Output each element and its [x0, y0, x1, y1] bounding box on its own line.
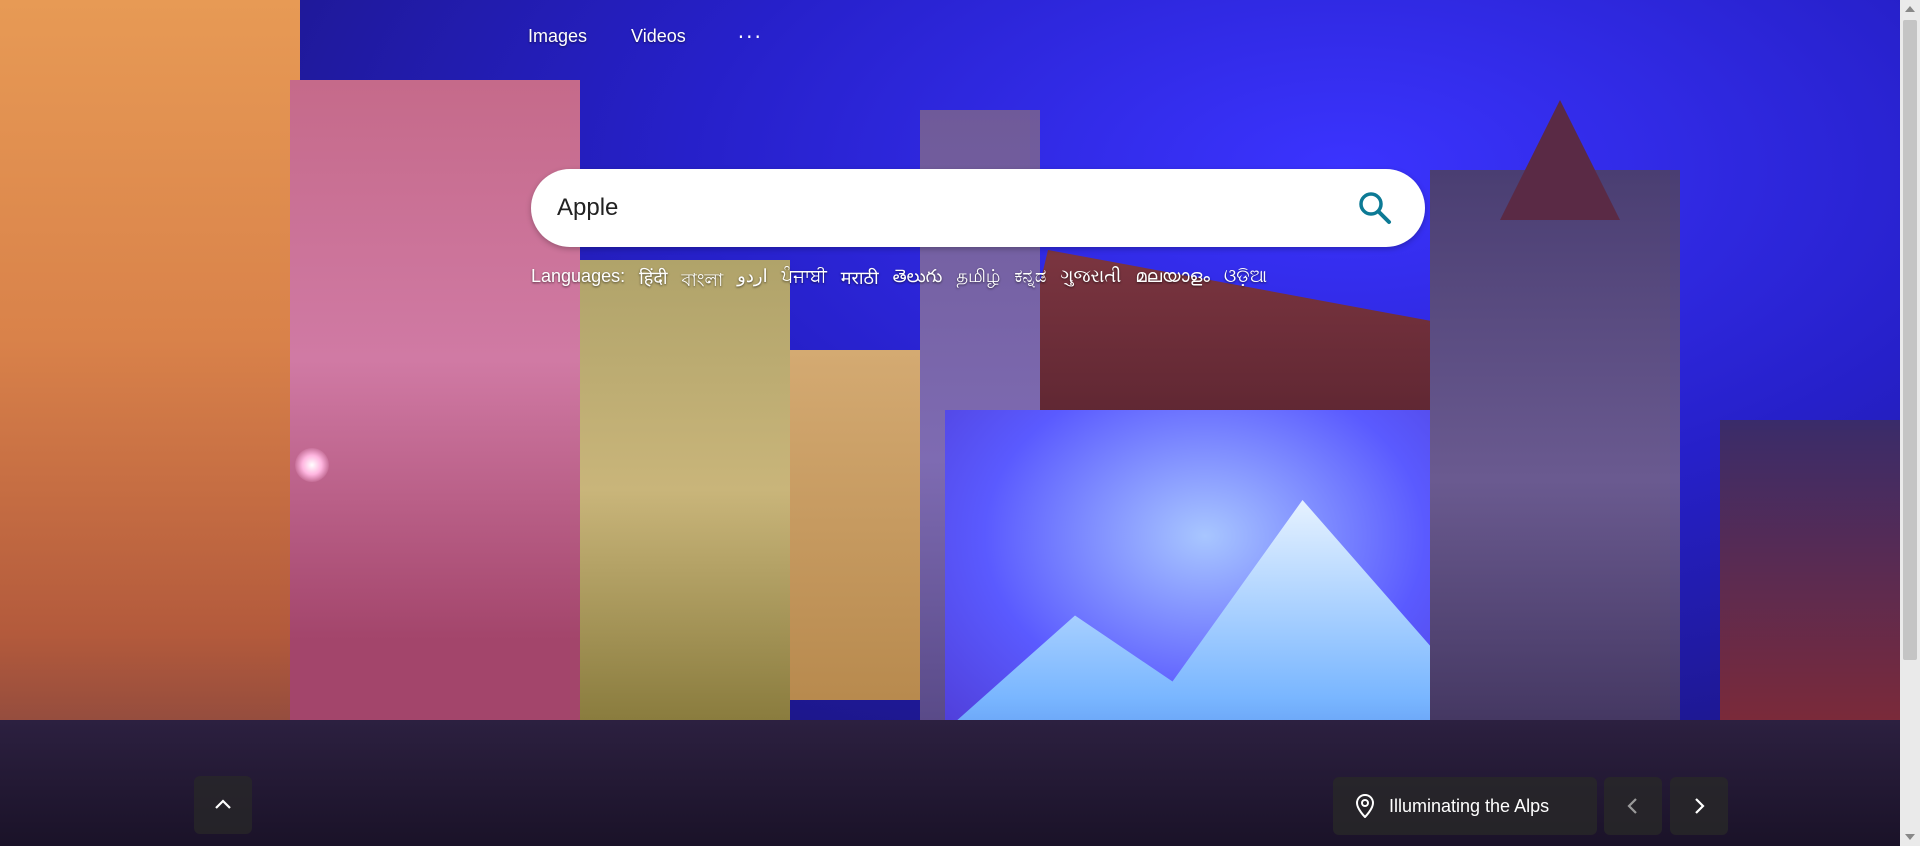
lang-telugu[interactable]: తెలుగు — [893, 266, 943, 297]
languages-label: Languages: — [531, 266, 626, 286]
vertical-scrollbar[interactable] — [1900, 0, 1920, 846]
pink-building — [290, 80, 580, 780]
yellow-building — [580, 260, 790, 720]
lang-punjabi[interactable]: ਪੰਜਾਬੀ — [782, 266, 827, 297]
chevron-left-icon — [1627, 798, 1637, 814]
previous-image-button[interactable] — [1604, 777, 1662, 835]
search-icon — [1359, 192, 1391, 224]
lang-malayalam[interactable]: മലയാളം — [1135, 266, 1210, 297]
scroll-arrow-up-icon[interactable] — [1905, 6, 1915, 12]
more-menu-icon[interactable]: ··· — [738, 25, 763, 49]
scrollbar-thumb[interactable] — [1903, 20, 1917, 660]
lang-bangla[interactable]: বাংলা — [682, 266, 724, 297]
lang-gujarati[interactable]: ગુજરાતી — [1060, 266, 1121, 297]
lang-kannada[interactable]: ಕನ್ನಡ — [1014, 266, 1046, 297]
lang-odia[interactable]: ଓଡ଼ିଆ — [1224, 266, 1267, 297]
search-box — [531, 169, 1425, 247]
location-pin-icon — [1355, 794, 1375, 818]
next-image-button[interactable] — [1670, 777, 1728, 835]
lang-marathi[interactable]: मराठी — [841, 266, 879, 297]
scroll-arrow-down-icon[interactable] — [1905, 834, 1915, 840]
languages-bar: Languages: हिंदी বাংলা اردو ਪੰਜਾਬੀ मराठी… — [531, 266, 1267, 297]
nav-images[interactable]: Images — [528, 22, 607, 51]
right-tower — [1430, 170, 1680, 790]
lang-urdu[interactable]: اردو — [737, 266, 767, 297]
top-nav: Images Videos ··· — [528, 22, 763, 51]
search-input[interactable] — [555, 193, 1345, 223]
nav-videos[interactable]: Videos — [631, 22, 706, 51]
tan-building — [790, 350, 940, 700]
street-lamp — [295, 448, 329, 482]
lang-tamil[interactable]: தமிழ் — [956, 266, 1000, 297]
image-caption-title: Illuminating the Alps — [1389, 795, 1550, 816]
image-caption[interactable]: Illuminating the Alps — [1333, 777, 1597, 835]
background-image — [0, 0, 1920, 846]
chevron-right-icon — [1695, 798, 1705, 814]
lang-hindi[interactable]: हिंदी — [639, 266, 667, 297]
scroll-up-button[interactable] — [194, 776, 252, 834]
search-button[interactable] — [1345, 178, 1405, 238]
chevron-up-icon — [215, 799, 231, 809]
